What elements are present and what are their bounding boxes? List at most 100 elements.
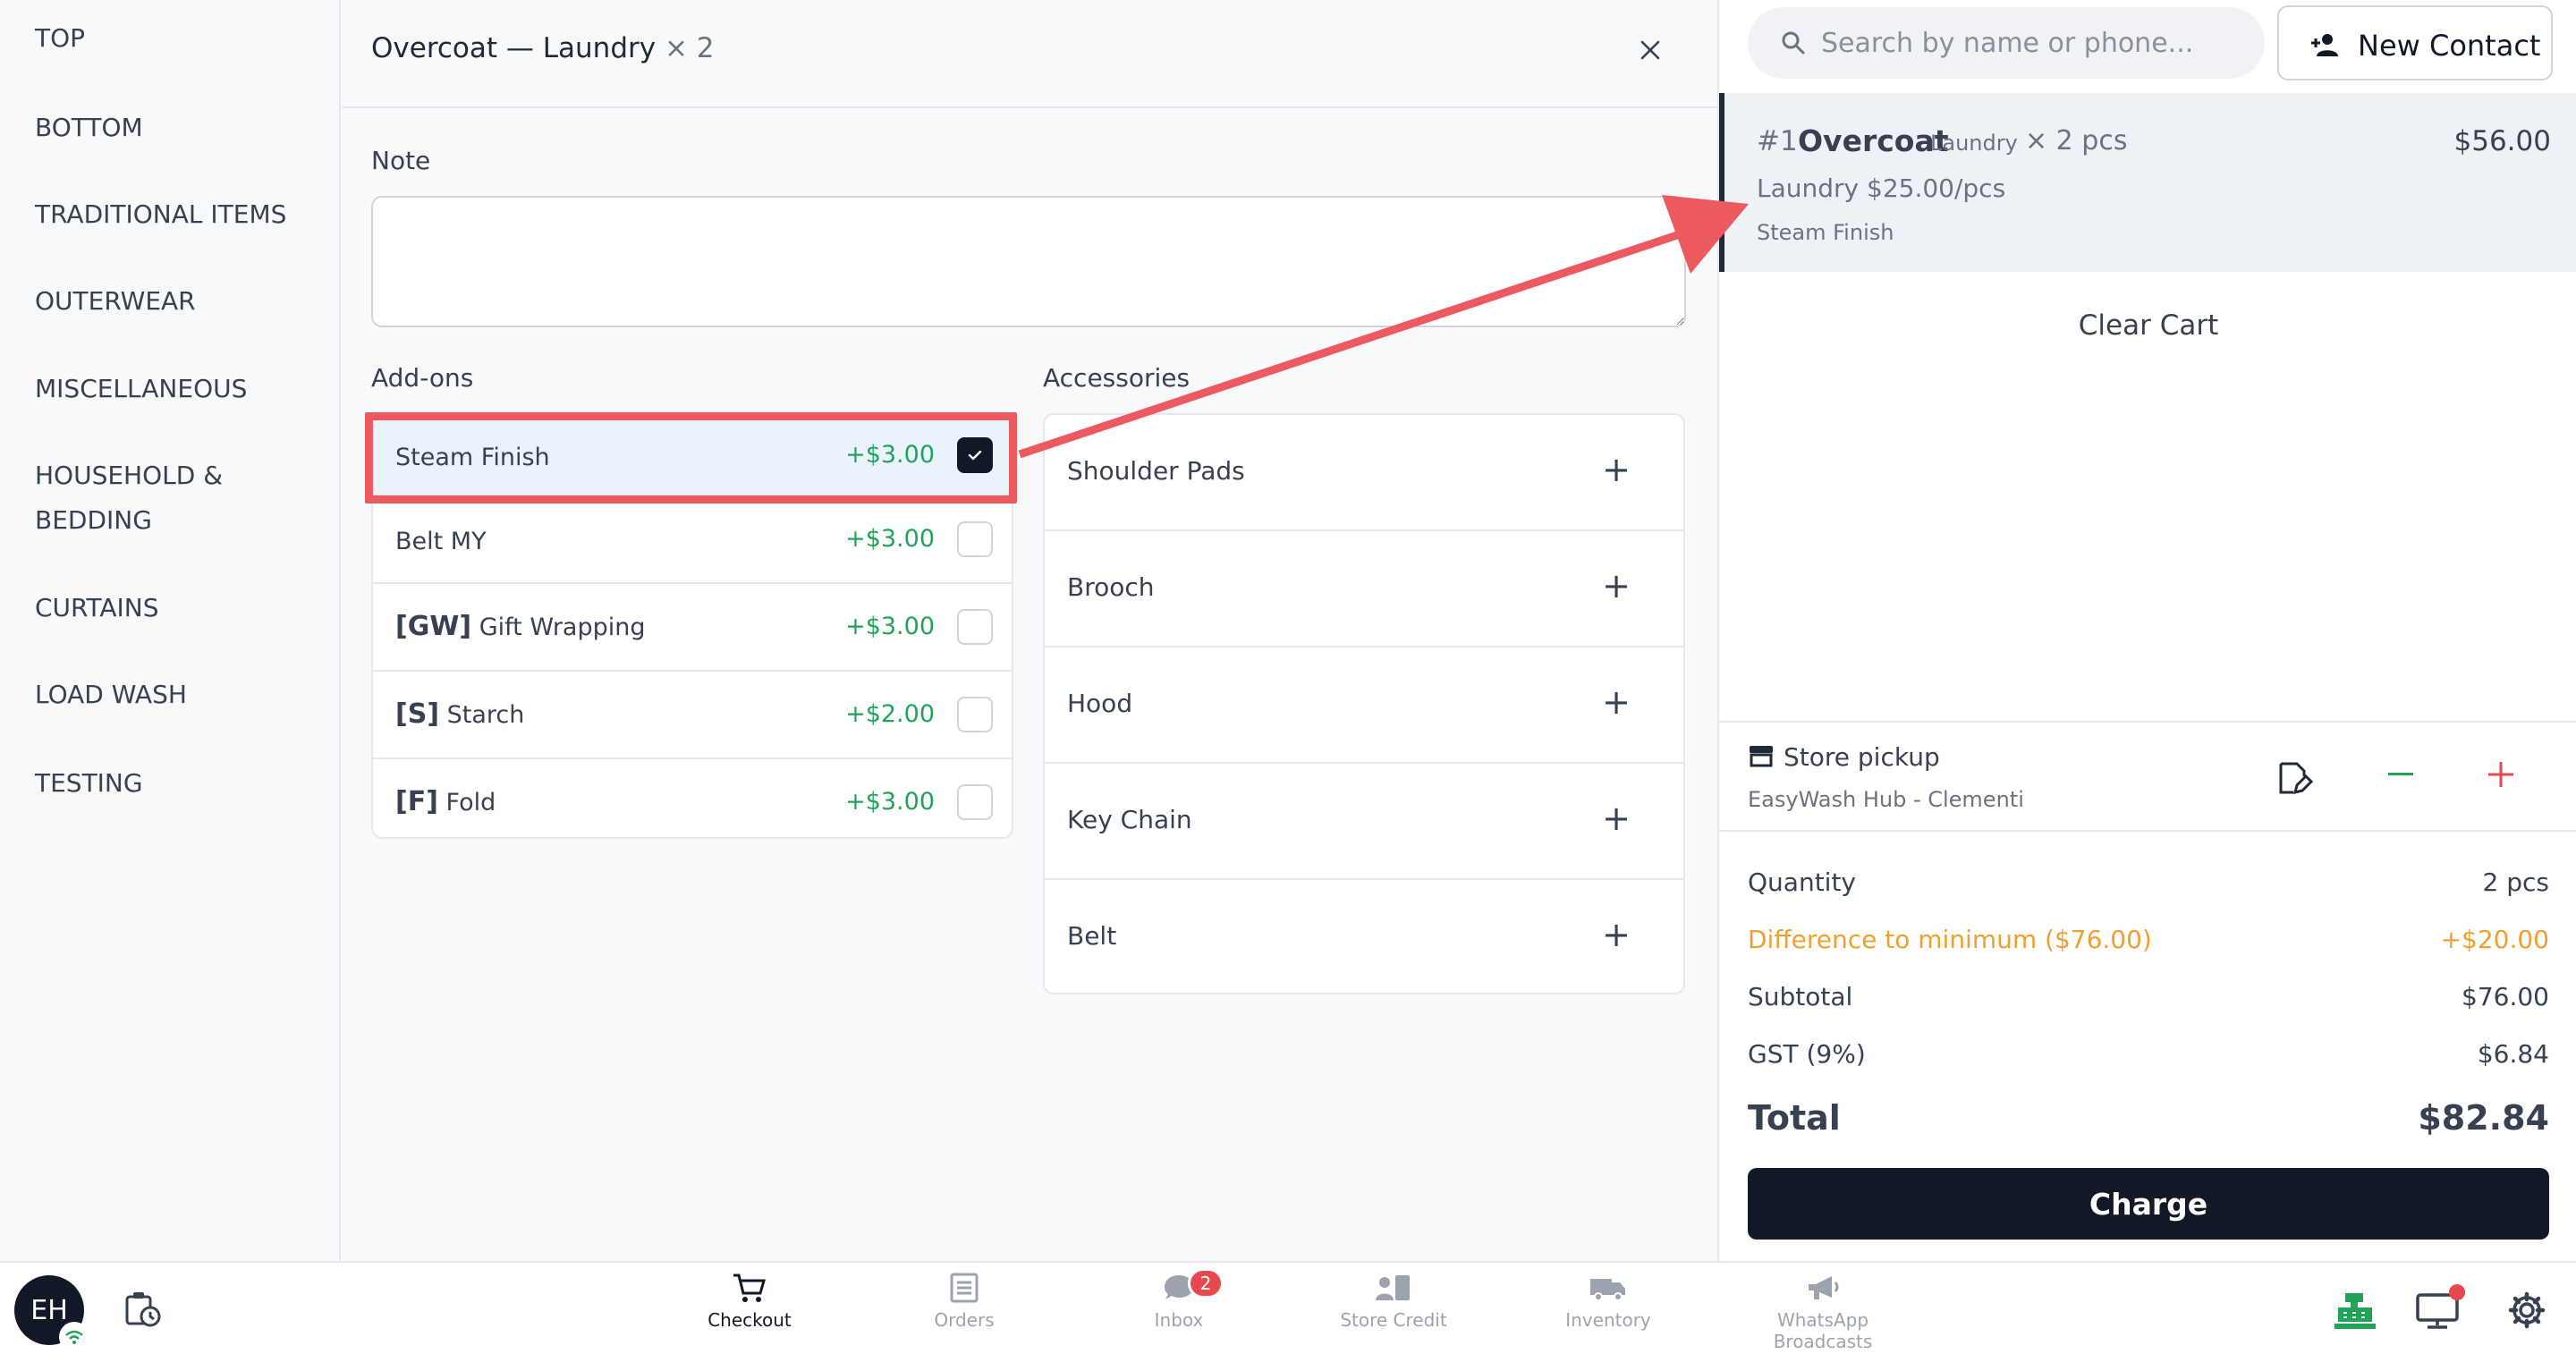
addon-row-starch[interactable]: [S] Starch +$2.00 [373,672,1012,759]
nav-label: Inventory [1565,1309,1651,1331]
store-credit-icon [1376,1275,1410,1300]
category-traditional-items[interactable]: TRADITIONAL ITEMS [35,192,321,237]
addon-price: +$2.00 [845,700,935,728]
pickup-title: Store pickup [1784,742,1940,772]
category-curtains[interactable]: CURTAINS [35,586,321,630]
close-icon [1640,40,1660,60]
summary-value: 2 pcs [2482,867,2549,897]
addon-label: Belt MY [395,528,487,555]
accessory-name: Hood [1067,689,1133,718]
nav-store-credit[interactable]: Store Credit [1304,1272,1483,1352]
plus-icon[interactable]: + [1594,447,1639,492]
nav-inbox[interactable]: Inbox 2 [1089,1268,1268,1352]
decrease-button[interactable] [2381,755,2420,794]
category-testing[interactable]: TESTING [35,761,321,806]
note-label: Note [371,146,431,175]
add-person-icon [2311,34,2338,56]
addon-label: Steam Finish [395,444,550,471]
accessories-list: Shoulder Pads + Brooch + Hood + Key Chai… [1043,413,1685,994]
summary-gst: GST (9%) $6.84 [1748,1039,2549,1069]
category-household-bedding[interactable]: HOUSEHOLD & BEDDING [35,453,321,543]
summary-minimum-difference: Difference to minimum ($76.00) +$20.00 [1748,925,2549,954]
nav-whatsapp-broadcasts[interactable]: WhatsApp Broadcasts [1733,1272,1912,1352]
editor-header: Overcoat — Laundry × 2 [342,0,1717,108]
line-item-name: Overcoat [1798,123,1949,158]
addon-name: [S] Starch [395,698,524,730]
nav-checkout[interactable]: Checkout [660,1272,839,1352]
new-contact-button[interactable]: New Contact [2277,5,2553,80]
plus-icon[interactable]: + [1594,680,1639,724]
addon-name: [F] Fold [395,786,496,817]
summary-value: +$20.00 [2440,925,2549,954]
accessory-row-belt[interactable]: Belt + [1045,880,1683,993]
addon-row-belt-my[interactable]: Belt MY +$3.00 [373,496,1012,584]
summary-label: Subtotal [1748,982,1853,1011]
increase-button[interactable] [2481,755,2521,794]
contact-search-bar[interactable] [1748,7,2265,79]
accessory-row-hood[interactable]: Hood + [1045,647,1683,764]
nav-inventory[interactable]: Inventory [1519,1272,1698,1352]
plus-icon[interactable]: + [1594,563,1639,608]
plus-icon[interactable]: + [1594,796,1639,841]
nav-orders[interactable]: Orders [875,1272,1054,1352]
addon-row-gift-wrapping[interactable]: [GW] Gift Wrapping +$3.00 [373,584,1012,672]
pickup-location: EasyWash Hub - Clementi [1748,787,2024,812]
contact-search-input[interactable] [1821,21,2241,64]
settings-gear-icon[interactable] [2504,1290,2549,1331]
addon-checkbox[interactable] [957,437,993,473]
search-icon [1782,31,1805,55]
nav-label: WhatsApp Broadcasts [1773,1309,1873,1352]
accessory-row-brooch[interactable]: Brooch + [1045,531,1683,647]
line-quantity: × 2 pcs [2025,125,2128,157]
addon-checkbox[interactable] [957,697,993,732]
close-editor-button[interactable] [1631,30,1670,70]
summary-value: $76.00 [2462,982,2549,1011]
megaphone-icon [1809,1276,1839,1299]
inbox-badge: 2 [1188,1268,1224,1299]
category-miscellaneous[interactable]: MISCELLANEOUS [35,367,321,411]
addon-checkbox[interactable] [957,521,993,557]
minus-icon [2388,773,2413,775]
category-household-label: HOUSEHOLD & [35,461,224,490]
cart-icon [733,1274,766,1302]
addon-code: [F] [395,786,438,817]
addon-name: Steam Finish [395,441,550,472]
line-addon: Steam Finish [1757,220,1894,245]
category-load-wash[interactable]: LOAD WASH [35,673,321,717]
cart-line-item[interactable]: #1 Overcoat Laundry × 2 pcs $56.00 Laund… [1719,93,2576,272]
cash-register-icon[interactable] [2333,1290,2377,1331]
nav-label: Orders [934,1309,995,1331]
shift-clock-icon[interactable] [123,1290,163,1329]
summary-label: Difference to minimum ($76.00) [1748,925,2152,954]
addons-label: Add-ons [371,363,474,393]
clear-cart-button[interactable]: Clear Cart [1719,309,2576,342]
category-bottom[interactable]: BOTTOM [35,106,321,150]
accessories-label: Accessories [1043,363,1191,393]
notification-dot [2449,1284,2465,1300]
addon-code: [S] [395,698,440,730]
category-top[interactable]: TOP [35,16,321,61]
addon-price: +$3.00 [845,613,935,640]
plus-icon[interactable]: + [1594,912,1639,957]
accessory-row-key-chain[interactable]: Key Chain + [1045,764,1683,880]
summary-label: Total [1748,1098,1841,1138]
line-service: Laundry [1930,131,2018,156]
edit-note-icon[interactable] [2274,758,2313,798]
addon-row-fold[interactable]: [F] Fold +$3.00 [373,759,1012,837]
summary-label: GST (9%) [1748,1039,1866,1069]
accessory-name: Key Chain [1067,805,1192,834]
addon-checkbox[interactable] [957,784,993,820]
note-textarea[interactable] [371,196,1686,327]
addon-checkbox[interactable] [957,609,993,645]
summary-subtotal: Subtotal $76.00 [1748,982,2549,1011]
category-outerwear[interactable]: OUTERWEAR [35,279,321,324]
addon-row-steam-finish[interactable]: Steam Finish +$3.00 [373,414,1012,496]
summary-total: Total $82.84 [1748,1098,2549,1138]
accessory-row-shoulder-pads[interactable]: Shoulder Pads + [1045,415,1683,531]
truck-icon [1590,1279,1625,1301]
new-contact-label: New Contact [2358,29,2541,63]
addon-code: [GW] [395,611,472,642]
charge-button[interactable]: Charge [1748,1168,2549,1240]
item-editor-panel: Overcoat — Laundry × 2 Note Add-ons Stea… [342,0,1717,1261]
orders-icon [950,1273,979,1303]
